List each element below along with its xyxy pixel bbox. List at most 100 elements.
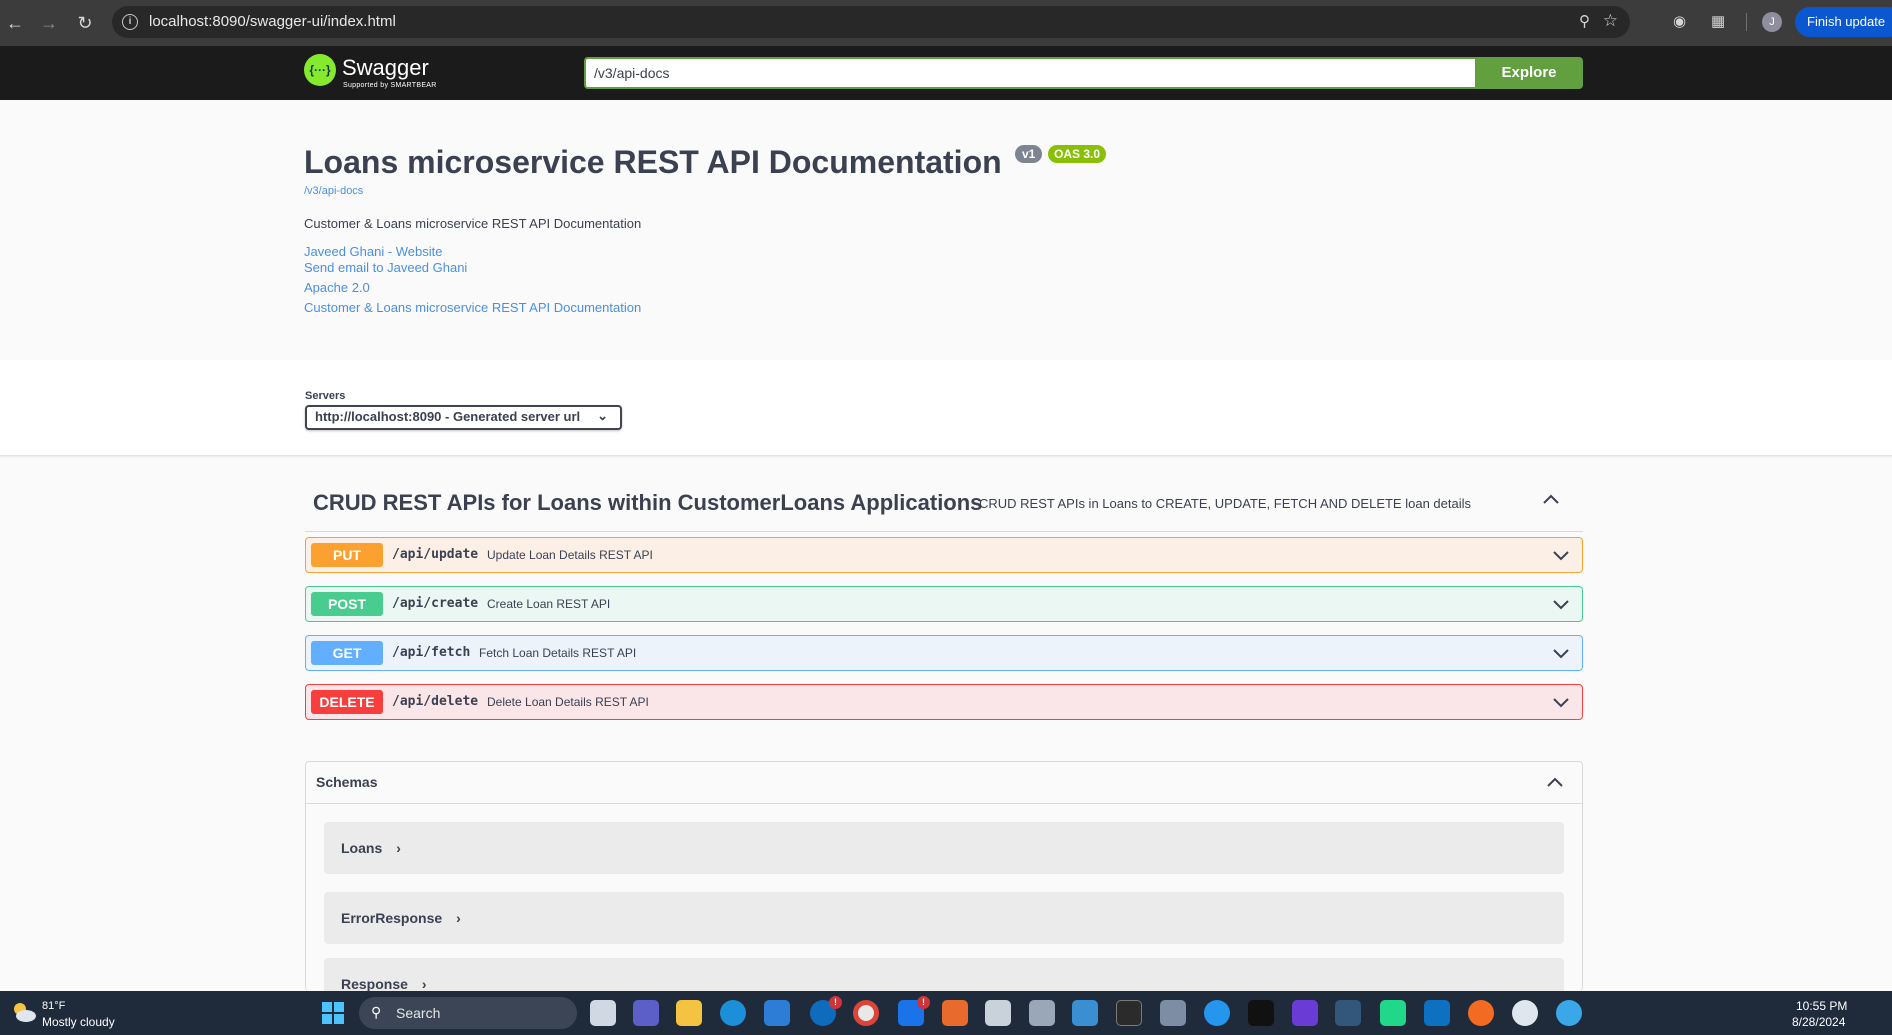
license-link[interactable]: Apache 2.0 [304,280,370,295]
taskbar-search[interactable]: ⚲ Search [359,997,577,1029]
api-info: Loans microservice REST API Documentatio… [0,100,1892,360]
api-description: Customer & Loans microservice REST API D… [304,216,642,231]
operation-path: /api/fetch [392,645,471,660]
finish-update-button[interactable]: Finish update [1795,7,1892,37]
chevron-down-icon: ⌄ [597,408,608,423]
operation-delete-delete[interactable]: DELETE /api/delete Delete Loan Details R… [305,684,1583,720]
weather-temperature[interactable]: 81°F [42,1000,65,1012]
operation-summary: Delete Loan Details REST API [487,695,649,709]
chevron-up-icon[interactable] [1546,774,1564,792]
rider-icon[interactable] [1248,1000,1274,1026]
file-explorer-icon[interactable] [676,1000,702,1026]
contact-email-link[interactable]: Send email to Javeed Ghani [304,260,467,275]
schemas-header[interactable]: Schemas [306,762,1582,804]
outlook-icon[interactable]: ! [898,996,930,1026]
zoom-icon[interactable]: ⚲ [1579,12,1590,30]
operation-get-fetch[interactable]: GET /api/fetch Fetch Loan Details REST A… [305,635,1583,671]
explore-button[interactable]: Explore [1475,57,1583,89]
edge-icon[interactable] [720,1000,746,1026]
address-url[interactable]: localhost:8090/swagger-ui/index.html [149,13,396,30]
postman-icon[interactable] [942,1000,968,1026]
docker-icon[interactable] [1204,1000,1230,1026]
swagger-logo-subtitle: Supported by SMARTBEAR [343,82,437,89]
network-icon[interactable] [1556,1000,1582,1026]
tag-title[interactable]: CRUD REST APIs for Loans within Customer… [313,490,982,516]
swagger-topbar: {···} Swagger Supported by SMARTBEAR /v3… [0,46,1892,100]
bookmark-star-icon[interactable]: ☆ [1603,11,1618,31]
tag-header[interactable]: CRUD REST APIs for Loans within Customer… [305,480,1583,532]
spec-url-input[interactable]: /v3/api-docs [584,57,1475,89]
schemas-title: Schemas [316,774,378,790]
paint-icon[interactable] [1160,1000,1186,1026]
snipping-tool-icon[interactable] [1029,1000,1055,1026]
chevron-down-icon[interactable] [1552,693,1570,711]
windows-taskbar: 81°F Mostly cloudy ⚲ Search ! ! 10:55 PM… [0,991,1892,1035]
spec-link[interactable]: /v3/api-docs [304,185,363,197]
calculator-icon[interactable] [985,1000,1011,1026]
forward-icon[interactable]: → [38,12,60,34]
pycharm-icon[interactable] [1380,1000,1406,1026]
task-view-icon[interactable] [590,1000,616,1026]
schema-model-name: ErrorResponse [341,910,443,926]
toolbar-divider [1746,13,1747,31]
schema-model-loans[interactable]: Loans › [324,822,1564,874]
search-icon: ⚲ [371,1004,382,1020]
schema-model-name: Loans [341,840,383,856]
clock-time[interactable]: 10:55 PM [1796,999,1847,1013]
translate-icon[interactable]: ◉ [1673,12,1686,30]
remote-desktop-icon[interactable] [1072,1000,1098,1026]
external-docs-link[interactable]: Customer & Loans microservice REST API D… [304,300,641,315]
method-badge: GET [311,641,383,665]
servers-section: Servers http://localhost:8090 - Generate… [0,360,1892,456]
profile-avatar[interactable]: J [1762,12,1782,32]
reload-icon[interactable]: ↻ [74,12,96,34]
servers-selected-value: http://localhost:8090 - Generated server… [315,409,581,424]
swagger-logo-text: Swagger [342,55,429,80]
servers-select[interactable]: http://localhost:8090 - Generated server… [305,405,622,430]
version-badge: v1 [1015,145,1043,163]
method-badge: DELETE [311,690,383,714]
chevron-right-icon: › [421,976,427,991]
clock-date[interactable]: 8/28/2024 [1792,1015,1845,1029]
tag-description: CRUD REST APIs in Loans to CREATE, UPDAT… [979,496,1471,511]
operation-put-update[interactable]: PUT /api/update Update Loan Details REST… [305,537,1583,573]
browser-chrome: ← → ↻ i localhost:8090/swagger-ui/index.… [0,0,1892,46]
extensions-icon[interactable]: ▦ [1711,12,1725,30]
help-icon[interactable]: ! [810,996,842,1026]
chevron-up-icon[interactable] [1541,490,1561,510]
operation-path: /api/create [392,596,479,611]
ssms-icon[interactable] [1335,1000,1361,1026]
intellij-icon[interactable] [1292,1000,1318,1026]
terminal-icon[interactable] [1116,1000,1142,1026]
back-icon[interactable]: ← [4,12,26,34]
operation-summary: Update Loan Details REST API [487,548,653,562]
method-badge: PUT [311,543,383,567]
schemas-section: Schemas Loans › ErrorResponse › Response › [305,761,1583,991]
chevron-down-icon[interactable] [1552,644,1570,662]
notification-badge: ! [829,996,842,1009]
operation-summary: Fetch Loan Details REST API [479,646,637,660]
weather-cloud-icon[interactable] [10,999,38,1025]
contact-website-link[interactable]: Javeed Ghani - Website [304,244,443,259]
chevron-down-icon[interactable] [1552,546,1570,564]
sublime-icon[interactable] [1468,1000,1494,1026]
database-icon[interactable] [1512,1000,1538,1026]
chevron-right-icon: › [456,910,461,926]
method-badge: POST [311,592,383,616]
windows-start-icon[interactable] [322,1002,344,1024]
schema-model-response[interactable]: Response › [324,958,1564,991]
oas-badge: OAS 3.0 [1048,145,1107,163]
chrome-icon[interactable] [853,1000,879,1026]
operation-summary: Create Loan REST API [487,597,611,611]
vscode-icon[interactable] [1424,1000,1450,1026]
operation-path: /api/delete [392,694,479,709]
store-icon[interactable] [764,1000,790,1026]
taskbar-search-label: Search [396,1005,441,1021]
chevron-down-icon[interactable] [1552,595,1570,613]
operation-post-create[interactable]: POST /api/create Create Loan REST API [305,586,1583,622]
site-info-icon[interactable]: i [122,14,138,30]
schema-model-errorresponse[interactable]: ErrorResponse › [324,892,1564,944]
weather-condition[interactable]: Mostly cloudy [42,1015,115,1029]
address-bar[interactable]: i localhost:8090/swagger-ui/index.html ⚲… [112,6,1630,38]
teams-icon[interactable] [633,1000,659,1026]
